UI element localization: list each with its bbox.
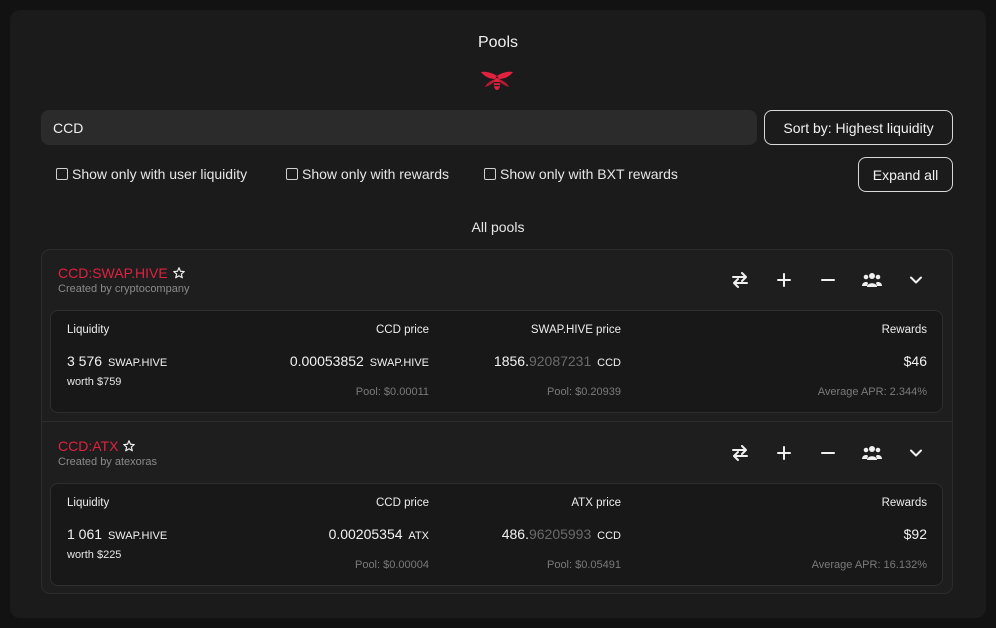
chevron-down-icon [910, 276, 922, 284]
add-liquidity-button[interactable] [762, 270, 806, 290]
base-price-pool: Pool: $0.00004 [354, 559, 429, 571]
liquidity-unit: SWAP.HIVE [107, 357, 168, 369]
bxt-rewards-checkbox[interactable] [484, 168, 496, 180]
search-input[interactable] [41, 110, 757, 145]
users-icon [862, 273, 882, 287]
page-title: Pools [477, 34, 519, 51]
liquidity-worth: worth $759 [67, 376, 122, 388]
star-icon[interactable] [172, 266, 186, 280]
rewards-header: Rewards [881, 497, 927, 509]
filter-bxt-rewards[interactable]: Show only with BXT rewards [484, 166, 678, 182]
liquidity-unit: SWAP.HIVE [107, 530, 168, 542]
liquidity-worth: worth $225 [67, 549, 122, 561]
base-price-header: CCD price [375, 497, 429, 509]
base-price: 0.00053852 SWAP.HIVE [290, 353, 429, 369]
rewards-value: $46 [903, 353, 927, 369]
pool-name-link[interactable]: CCD:ATX [58, 438, 136, 454]
quote-price-main: 486. [501, 526, 529, 542]
quote-price: 486.96205993 CCD [502, 526, 621, 542]
users-icon [862, 446, 882, 460]
minus-icon [821, 279, 835, 281]
section-title: All pools [471, 219, 525, 235]
quote-price-main: 1856. [493, 353, 529, 369]
remove-liquidity-button[interactable] [806, 270, 850, 290]
liquidity-amount: 1 061 SWAP.HIVE [67, 526, 167, 542]
rewards-header: Rewards [881, 324, 927, 336]
liquidity-providers-button[interactable] [850, 443, 894, 463]
swap-icon [732, 272, 748, 288]
base-price-pool: Pool: $0.00011 [355, 386, 429, 398]
plus-icon [777, 273, 791, 287]
filter-rewards[interactable]: Show only with rewards [286, 166, 449, 182]
average-apr: Average APR: 2.344% [817, 386, 927, 398]
expand-all-button[interactable]: Expand all [858, 157, 953, 192]
quote-price-unit: CCD [597, 357, 621, 369]
filter-label: Show only with rewards [302, 166, 450, 182]
pool-name: CCD:ATX [58, 438, 119, 454]
base-price-header: CCD price [375, 324, 429, 336]
minus-icon [821, 452, 835, 454]
filter-user-liquidity[interactable]: Show only with user liquidity [56, 166, 247, 182]
base-price-unit: SWAP.HIVE [369, 357, 429, 369]
pools-list: CCD:SWAP.HIVE Created by cryptocompany L… [41, 249, 953, 594]
star-icon[interactable] [122, 439, 136, 453]
average-apr: Average APR: 16.132% [811, 559, 927, 571]
bee-logo [481, 71, 513, 90]
liquidity-header: Liquidity [67, 324, 110, 336]
chevron-down-icon [910, 449, 922, 457]
liquidity-header: Liquidity [67, 497, 110, 509]
pool-name-link[interactable]: CCD:SWAP.HIVE [58, 265, 186, 281]
rewards-checkbox[interactable] [286, 168, 298, 180]
quote-price-decimals: 92087231 [528, 353, 592, 369]
base-price-value: 0.00053852 [289, 353, 364, 369]
pool-actions [718, 443, 938, 463]
pools-panel: Pools Sort by: Highest liquidity Show on… [10, 10, 986, 618]
liquidity-amount: 3 576 SWAP.HIVE [67, 353, 167, 369]
filter-label: Show only with user liquidity [72, 166, 248, 182]
base-price-unit: ATX [408, 530, 429, 542]
pool-creator: Created by cryptocompany [58, 283, 190, 295]
plus-icon [777, 446, 791, 460]
user-liquidity-checkbox[interactable] [56, 168, 68, 180]
quote-price-pool: Pool: $0.20939 [546, 386, 621, 398]
swap-icon [732, 445, 748, 461]
quote-price: 1856.92087231 CCD [494, 353, 621, 369]
rewards-value: $92 [903, 526, 927, 542]
swap-button[interactable] [718, 270, 762, 290]
expand-pool-button[interactable] [894, 270, 938, 290]
quote-price-pool: Pool: $0.05491 [546, 559, 621, 571]
filter-label: Show only with BXT rewards [500, 166, 678, 182]
quote-price-unit: CCD [597, 530, 621, 542]
pool-row: CCD:SWAP.HIVE Created by cryptocompany L… [42, 250, 952, 422]
pool-name: CCD:SWAP.HIVE [58, 265, 168, 281]
base-price-value: 0.00205354 [328, 526, 403, 542]
liquidity-providers-button[interactable] [850, 270, 894, 290]
pool-details-card: Liquidity CCD price ATX price Rewards 1 … [50, 483, 943, 586]
pool-creator: Created by atexoras [58, 456, 158, 468]
swap-button[interactable] [718, 443, 762, 463]
add-liquidity-button[interactable] [762, 443, 806, 463]
liquidity-value: 3 576 [67, 353, 103, 369]
base-price: 0.00205354 ATX [329, 526, 429, 542]
quote-price-decimals: 96205993 [528, 526, 592, 542]
sort-button[interactable]: Sort by: Highest liquidity [764, 110, 953, 145]
pool-actions [718, 270, 938, 290]
quote-price-header: ATX price [571, 497, 621, 509]
quote-price-header: SWAP.HIVE price [530, 324, 621, 336]
pool-details-card: Liquidity CCD price SWAP.HIVE price Rewa… [50, 310, 943, 413]
pool-row: CCD:ATX Created by atexoras Liquidity CC… [42, 423, 952, 593]
liquidity-value: 1 061 [67, 526, 103, 542]
remove-liquidity-button[interactable] [806, 443, 850, 463]
expand-pool-button[interactable] [894, 443, 938, 463]
